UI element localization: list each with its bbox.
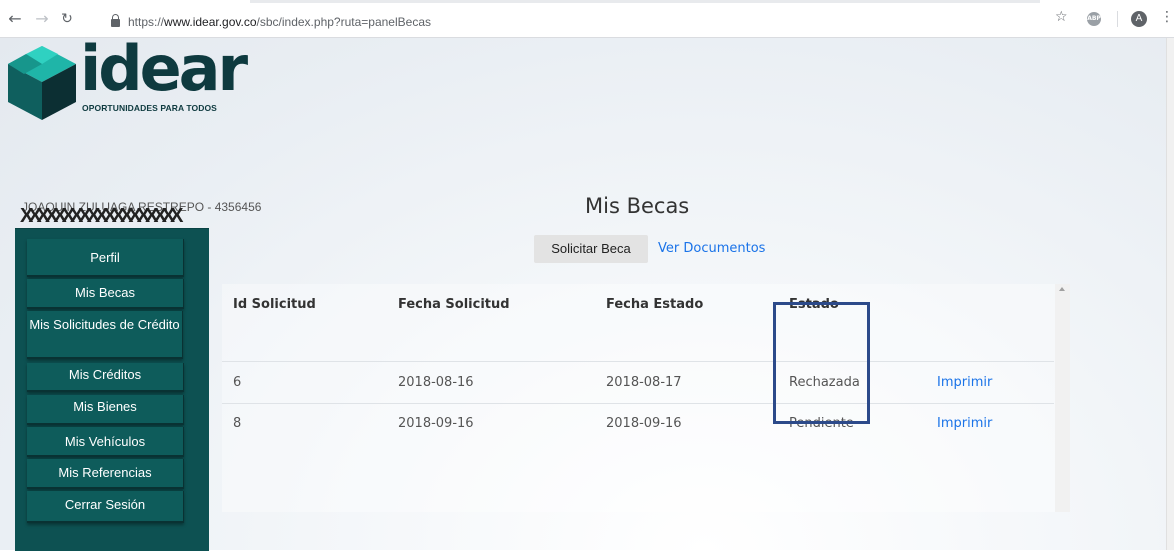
sidebar: Perfil Mis Becas Mis Solicitudes de Créd… bbox=[15, 228, 209, 551]
column-header-fecha-solicitud: Fecha Solicitud bbox=[398, 297, 510, 312]
page-title: Mis Becas bbox=[585, 194, 690, 218]
logo-cube-icon bbox=[8, 46, 76, 120]
scroll-up-arrow-icon[interactable] bbox=[1059, 287, 1065, 291]
adblock-extension-icon[interactable]: ABP bbox=[1087, 12, 1101, 26]
forward-icon[interactable]: → bbox=[33, 10, 51, 28]
logo-wordmark: idear bbox=[80, 32, 248, 105]
url-host: www.idear.gov.co bbox=[164, 15, 257, 29]
imprimir-link[interactable]: Imprimir bbox=[937, 416, 992, 431]
solicitar-beca-button[interactable]: Solicitar Beca bbox=[534, 235, 648, 263]
sidebar-item-mis-vehiculos[interactable]: Mis Vehículos bbox=[27, 427, 184, 457]
sidebar-item-mis-bienes[interactable]: Mis Bienes bbox=[27, 395, 184, 425]
table-row-divider bbox=[222, 403, 1054, 404]
table-cell-fecha-estado: 2018-09-16 bbox=[606, 416, 682, 431]
url-scheme: https:// bbox=[128, 15, 165, 29]
table-scrollbar[interactable] bbox=[1055, 284, 1070, 512]
table-row-divider bbox=[222, 361, 1054, 362]
table-cell-fecha-solicitud: 2018-08-16 bbox=[398, 375, 474, 390]
sidebar-item-mis-becas[interactable]: Mis Becas bbox=[27, 279, 184, 309]
column-header-id: Id Solicitud bbox=[233, 297, 316, 312]
ver-documentos-link[interactable]: Ver Documentos bbox=[658, 241, 765, 256]
toolbar-divider bbox=[1117, 11, 1118, 27]
table-cell-id: 8 bbox=[233, 416, 242, 431]
account-avatar[interactable]: A bbox=[1131, 11, 1147, 27]
url-path: /sbc/index.php?ruta=panelBecas bbox=[256, 15, 431, 29]
logo-tagline: OPORTUNIDADES PARA TODOS bbox=[82, 103, 217, 113]
sidebar-item-perfil[interactable]: Perfil bbox=[27, 239, 184, 277]
menu-kebab-icon[interactable]: ⋮ bbox=[1160, 9, 1174, 25]
table-cell-fecha-estado: 2018-08-17 bbox=[606, 375, 682, 390]
page-scrollbar[interactable] bbox=[1166, 38, 1174, 550]
sidebar-item-mis-referencias[interactable]: Mis Referencias bbox=[27, 459, 184, 489]
reload-icon[interactable]: ↻ bbox=[58, 10, 76, 28]
becas-table bbox=[222, 284, 1070, 512]
user-redaction-marks: XXXXXXXXXXXXXXXXXXX bbox=[20, 205, 183, 227]
estado-highlight-annotation bbox=[773, 302, 870, 424]
site-logo[interactable]: idear OPORTUNIDADES PARA TODOS bbox=[6, 32, 248, 122]
table-cell-fecha-solicitud: 2018-09-16 bbox=[398, 416, 474, 431]
table-cell-id: 6 bbox=[233, 375, 242, 390]
column-header-fecha-estado: Fecha Estado bbox=[606, 297, 704, 312]
sidebar-item-mis-creditos[interactable]: Mis Créditos bbox=[27, 363, 184, 392]
lock-icon bbox=[111, 14, 120, 27]
sidebar-item-cerrar-sesion[interactable]: Cerrar Sesión bbox=[27, 491, 184, 523]
tab-strip-edge bbox=[250, 0, 1040, 3]
address-bar[interactable]: https://www.idear.gov.co/sbc/index.php?r… bbox=[111, 12, 1011, 32]
bookmark-star-icon[interactable]: ☆ bbox=[1055, 9, 1068, 25]
imprimir-link[interactable]: Imprimir bbox=[937, 375, 992, 390]
sidebar-item-mis-solicitudes-credito[interactable]: Mis Solicitudes de Crédito bbox=[27, 311, 183, 359]
back-icon[interactable]: ← bbox=[6, 10, 24, 28]
